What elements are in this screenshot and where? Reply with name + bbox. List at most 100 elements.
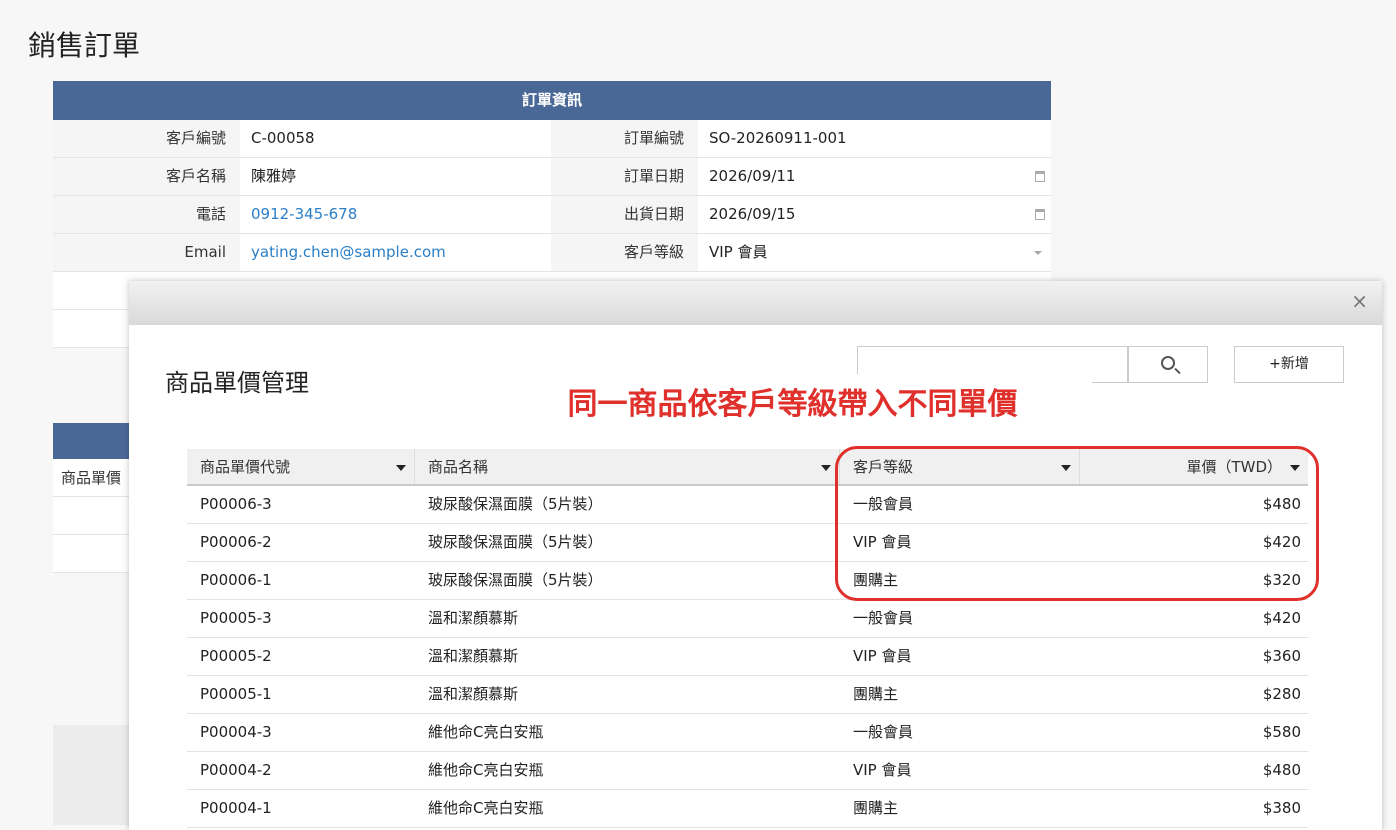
cell-code: P00005-3 — [200, 609, 272, 627]
info-row: Email yating.chen@sample.com 客戶等級 VIP 會員 — [53, 234, 1051, 272]
customer-level-label: 客戶等級 — [551, 234, 698, 271]
column-header-product-name[interactable]: 商品名稱 — [415, 449, 840, 484]
sort-down-icon[interactable] — [1061, 465, 1071, 471]
callout-text: 同一商品依客戶等級帶入不同單價 — [493, 374, 1092, 436]
table-row[interactable]: P00006-2 玻尿酸保濕面膜（5片裝） VIP 會員 $420 — [187, 524, 1308, 562]
chevron-down-icon — [1034, 251, 1042, 255]
column-header-customer-level[interactable]: 客戶等級 — [840, 449, 1080, 484]
ship-date-field[interactable]: 2026/09/15 — [698, 196, 1051, 233]
customer-name-field[interactable]: 陳雅婷 — [240, 158, 551, 195]
cell-code: P00004-1 — [200, 799, 272, 817]
info-row: 客戶名稱 陳雅婷 訂單日期 2026/09/11 — [53, 158, 1051, 196]
search-icon — [1161, 356, 1175, 370]
cell-code: P00004-2 — [200, 761, 272, 779]
info-row: 客戶編號 C-00058 訂單編號 SO-20260911-001 — [53, 120, 1051, 158]
table-row[interactable]: P00005-2 溫和潔顏慕斯 VIP 會員 $360 — [187, 638, 1308, 676]
cell-product-name: 維他命C亮白安瓶 — [428, 723, 544, 741]
customer-name-label: 客戶名稱 — [53, 158, 240, 195]
table-row[interactable]: P00005-1 溫和潔顏慕斯 團購主 $280 — [187, 676, 1308, 714]
product-list-row — [53, 497, 129, 535]
cell-customer-level: VIP 會員 — [853, 647, 912, 665]
modal-title: 商品單價管理 — [165, 369, 309, 397]
sort-down-icon[interactable] — [1290, 465, 1300, 471]
cell-code: P00006-1 — [200, 571, 272, 589]
cell-product-name: 維他命C亮白安瓶 — [428, 799, 544, 817]
cell-customer-level: 團購主 — [853, 799, 899, 817]
cell-unit-price: $480 — [1262, 761, 1301, 779]
cell-code: P00006-2 — [200, 533, 272, 551]
table-row[interactable]: P00004-2 維他命C亮白安瓶 VIP 會員 $480 — [187, 752, 1308, 790]
order-number-field[interactable]: SO-20260911-001 — [698, 120, 1051, 157]
ship-date-value: 2026/09/15 — [709, 205, 796, 223]
email-label: Email — [53, 234, 240, 271]
order-number-label: 訂單編號 — [551, 120, 698, 157]
close-icon[interactable]: × — [1351, 291, 1368, 311]
column-header-code[interactable]: 商品單價代號 — [187, 449, 415, 484]
column-header-unit-price[interactable]: 單價（TWD） — [1080, 449, 1308, 484]
table-row[interactable]: P00004-1 維他命C亮白安瓶 團購主 $380 — [187, 790, 1308, 828]
cell-unit-price: $280 — [1262, 685, 1301, 703]
column-header-label: 單價（TWD） — [1186, 458, 1282, 476]
cell-product-name: 溫和潔顏慕斯 — [428, 647, 519, 665]
sort-down-icon[interactable] — [821, 465, 831, 471]
cell-customer-level: VIP 會員 — [853, 533, 912, 551]
cell-product-name: 玻尿酸保濕面膜（5片裝） — [428, 495, 603, 513]
table-row[interactable]: P00006-1 玻尿酸保濕面膜（5片裝） 團購主 $320 — [187, 562, 1308, 600]
calendar-icon[interactable] — [1035, 209, 1045, 220]
page-title: 銷售訂單 — [28, 29, 141, 62]
cell-unit-price: $360 — [1262, 647, 1301, 665]
cell-customer-level: 團購主 — [853, 571, 899, 589]
cell-product-name: 溫和潔顏慕斯 — [428, 685, 519, 703]
customer-level-select[interactable]: VIP 會員 — [698, 234, 1051, 271]
search-button[interactable] — [1128, 346, 1208, 383]
table-header: 商品單價代號 商品名稱 客戶等級 單價（TWD） — [187, 449, 1308, 486]
cell-product-name: 溫和潔顏慕斯 — [428, 609, 519, 627]
cell-unit-price: $380 — [1262, 799, 1301, 817]
cell-unit-price: $420 — [1262, 609, 1301, 627]
cell-customer-level: VIP 會員 — [853, 761, 912, 779]
column-header-label: 商品名稱 — [428, 458, 489, 476]
product-list-column-label: 商品單價 — [53, 459, 129, 497]
cell-product-name: 玻尿酸保濕面膜（5片裝） — [428, 571, 603, 589]
cell-code: P00006-3 — [200, 495, 272, 513]
table-row[interactable]: P00004-3 維他命C亮白安瓶 一般會員 $580 — [187, 714, 1308, 752]
price-management-modal: × 商品單價管理 +新增 同一商品依客戶等級帶入不同單價 商品單價代號 商品名稱… — [129, 281, 1382, 830]
add-button[interactable]: +新增 — [1234, 346, 1344, 383]
cell-code: P00005-1 — [200, 685, 272, 703]
cell-customer-level: 一般會員 — [853, 609, 914, 627]
product-list-row — [53, 535, 129, 573]
cell-unit-price: $580 — [1262, 723, 1301, 741]
order-date-field[interactable]: 2026/09/11 — [698, 158, 1051, 195]
product-list-header — [53, 423, 129, 459]
background-footer — [53, 725, 129, 825]
column-header-label: 商品單價代號 — [200, 458, 291, 476]
customer-level-value: VIP 會員 — [709, 243, 768, 261]
column-header-label: 客戶等級 — [853, 458, 914, 476]
cell-code: P00005-2 — [200, 647, 272, 665]
sort-down-icon[interactable] — [396, 465, 406, 471]
order-date-value: 2026/09/11 — [709, 167, 796, 185]
modal-title-bar: × — [129, 281, 1382, 325]
info-row: 電話 0912-345-678 出貨日期 2026/09/15 — [53, 196, 1051, 234]
email-link[interactable]: yating.chen@sample.com — [240, 234, 551, 271]
cell-code: P00004-3 — [200, 723, 272, 741]
cell-unit-price: $320 — [1262, 571, 1301, 589]
customer-id-field[interactable]: C-00058 — [240, 120, 551, 157]
cell-unit-price: $480 — [1262, 495, 1301, 513]
order-info-header: 訂單資訊 — [53, 81, 1051, 120]
table-row[interactable]: P00005-3 溫和潔顏慕斯 一般會員 $420 — [187, 600, 1308, 638]
table-row[interactable]: P00006-3 玻尿酸保濕面膜（5片裝） 一般會員 $480 — [187, 486, 1308, 524]
cell-unit-price: $420 — [1262, 533, 1301, 551]
customer-id-label: 客戶編號 — [53, 120, 240, 157]
cell-product-name: 玻尿酸保濕面膜（5片裝） — [428, 533, 603, 551]
cell-customer-level: 一般會員 — [853, 723, 914, 741]
calendar-icon[interactable] — [1035, 171, 1045, 182]
cell-customer-level: 團購主 — [853, 685, 899, 703]
ship-date-label: 出貨日期 — [551, 196, 698, 233]
cell-customer-level: 一般會員 — [853, 495, 914, 513]
phone-label: 電話 — [53, 196, 240, 233]
order-date-label: 訂單日期 — [551, 158, 698, 195]
cell-product-name: 維他命C亮白安瓶 — [428, 761, 544, 779]
phone-link[interactable]: 0912-345-678 — [240, 196, 551, 233]
price-table: 商品單價代號 商品名稱 客戶等級 單價（TWD） P00006-3 玻尿酸保濕面… — [187, 449, 1308, 828]
